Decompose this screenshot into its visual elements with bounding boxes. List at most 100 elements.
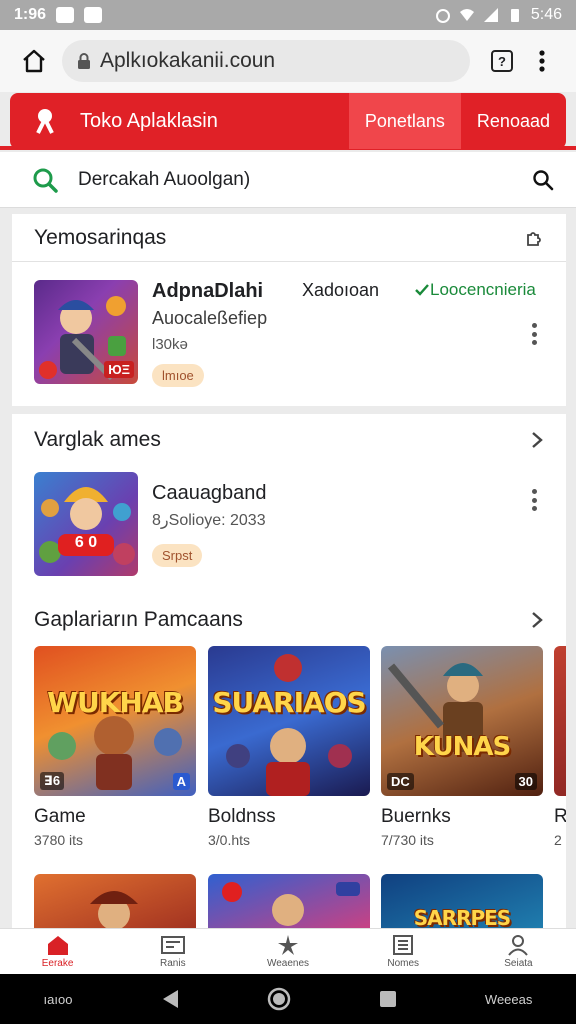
game-name: Buernks — [381, 806, 451, 827]
home-icon — [47, 936, 68, 955]
wifi-icon — [459, 9, 474, 21]
sys-right-text: Weeeas — [484, 991, 533, 1007]
tab-ponetlans[interactable]: Ponetlans — [348, 93, 461, 149]
store-logo[interactable] — [10, 107, 80, 135]
game-name: Game — [34, 806, 86, 827]
nav-label: Weaenes — [266, 958, 310, 969]
featured-app-row[interactable]: ЮΞ AdpnaDlahi Xadoıoan Loocencnieria Auo… — [12, 262, 566, 406]
section-header-1: Varglak ames — [34, 420, 544, 460]
signal-icon — [483, 8, 498, 22]
app-chip-2[interactable]: Srpst — [152, 544, 203, 567]
menu-button[interactable] — [522, 41, 562, 81]
game-art-row2[interactable]: SARRPES — [381, 874, 543, 934]
bottom-navigation: Eerake Ranis Weaenes Nomes Seiata — [0, 928, 576, 974]
puzzle-icon[interactable] — [524, 228, 544, 248]
url-field[interactable]: Aplkıokakanii.coun — [62, 40, 470, 82]
store-logo-icon — [36, 109, 54, 134]
star-icon — [278, 935, 298, 955]
game-meta: 7/730 its — [381, 832, 434, 848]
chevron-right-icon[interactable] — [530, 431, 544, 449]
app-thumbnail: ЮΞ — [34, 280, 138, 384]
app-meta-2: ﺭ8Solioye: 2033 — [152, 512, 266, 529]
search-input[interactable]: Dercakah Auoolgan) — [78, 169, 532, 191]
game-badge-right: A — [172, 773, 190, 790]
game-tile[interactable]: WUKHAB ꓱ6 A Game 3780 its — [34, 646, 196, 848]
search-action-icon[interactable] — [532, 169, 554, 191]
featured-header: Yemosarinqas — [12, 214, 566, 262]
nav-list[interactable]: Nomes — [346, 929, 461, 974]
search-bar[interactable]: Dercakah Auoolgan) — [0, 152, 576, 208]
game-tile[interactable]: KUNAS DC 30 Buernks 7/730 its — [381, 646, 543, 848]
tabs-count: ? — [491, 50, 513, 72]
section-heading-1: Varglak ames — [34, 428, 161, 451]
game-art-title: SARRPES — [413, 906, 511, 930]
recents-icon[interactable] — [378, 989, 398, 1009]
app-thumbnail-2: 6 0 — [34, 472, 138, 576]
character-illustration-2 — [39, 487, 135, 565]
system-navigation: ıaıoo Weeeas — [0, 974, 576, 1024]
app-chip[interactable]: lmıoe — [152, 364, 204, 387]
person-icon — [508, 935, 529, 956]
app-name-2: Caauagband — [152, 482, 267, 504]
screen: 1:96 5:46 Aplkıokakanii.coun ? Toko Apla… — [0, 0, 576, 1024]
game-art-row2[interactable] — [208, 874, 370, 934]
lock-icon — [78, 53, 90, 69]
game-art-title: KUNAS — [413, 732, 511, 762]
home-circle-icon[interactable] — [267, 987, 291, 1011]
battery-icon — [510, 9, 519, 22]
app-name: AdpnaDlahi — [152, 280, 264, 302]
game-name: R — [554, 806, 566, 827]
game-illustration — [226, 654, 352, 796]
browser-toolbar: Aplkıokakanii.coun ? — [0, 30, 576, 92]
game-name: Boldnss — [208, 806, 276, 827]
game-meta: 2 — [554, 832, 562, 848]
status-bar: 1:96 5:46 — [0, 0, 576, 30]
chevron-right-icon-2[interactable] — [530, 611, 544, 629]
game-art-title: SUARIAOS — [212, 686, 366, 719]
back-icon[interactable] — [160, 988, 180, 1010]
game-art: WUKHAB ꓱ6 A — [34, 646, 196, 796]
rating-text: Loocencnieria — [430, 280, 536, 299]
thumb-badge: ЮΞ — [104, 361, 134, 378]
game-illustration — [90, 891, 138, 930]
home-button[interactable] — [14, 41, 54, 81]
game-badge-left: DC — [387, 773, 414, 790]
url-text: Aplkıokakanii.coun — [100, 49, 276, 72]
nav-apps[interactable]: Ranis — [115, 929, 230, 974]
nav-games[interactable]: Weaenes — [230, 929, 345, 974]
featured-heading: Yemosarinqas — [34, 225, 167, 249]
status-battery-text: 5:46 — [530, 6, 562, 23]
more-options-icon-2[interactable] — [524, 486, 544, 514]
more-vert-icon — [539, 50, 545, 72]
notification-icon-2 — [84, 7, 103, 23]
more-options-icon[interactable] — [524, 320, 544, 348]
game-badge-left: ꓱ6 — [40, 772, 65, 790]
game-meta: 3/0.hts — [208, 832, 251, 848]
app-middle-text: Xadoıoan — [302, 280, 380, 300]
status-icons: 5:46 — [435, 6, 562, 24]
store-title: Toko Aplaklasin — [80, 109, 218, 132]
store-header: Toko Aplaklasin Ponetlans Renoaad — [10, 93, 566, 149]
nav-label: Seiata — [504, 958, 533, 969]
nav-profile[interactable]: Seiata — [461, 929, 576, 974]
game-art — [554, 646, 566, 796]
home-outline-icon — [23, 49, 45, 73]
game-art-row2[interactable] — [34, 874, 196, 934]
app-developer: Auocaleßefiep — [152, 308, 268, 328]
section-heading-2: Gaplariarın Pamcaans — [34, 608, 243, 631]
nav-label: Eerake — [41, 958, 74, 969]
featured-card: Yemosarinqas ЮΞ AdpnaDlahi Xadoıoan Looc… — [12, 214, 566, 406]
game-art: KUNAS DC 30 — [381, 646, 543, 796]
game-tile-partial[interactable]: R 2 — [554, 646, 566, 848]
game-tile[interactable]: SUARIAOS Boldnss 3/0.hts — [208, 646, 370, 848]
nav-label: Ranis — [160, 958, 186, 969]
nav-home[interactable]: Eerake — [0, 929, 115, 974]
tab-renoaad[interactable]: Renoaad — [461, 93, 566, 149]
sys-left-text: ıaıoo — [43, 991, 73, 1007]
tabs-button[interactable]: ? — [482, 41, 522, 81]
thumb-art-text: 6 0 — [74, 534, 98, 551]
game-art-title: WUKHAB — [47, 686, 184, 719]
apps-icon — [160, 936, 185, 954]
game-badge-right: 30 — [514, 773, 537, 790]
section-header-2: Gaplariarın Pamcaans — [34, 600, 544, 640]
